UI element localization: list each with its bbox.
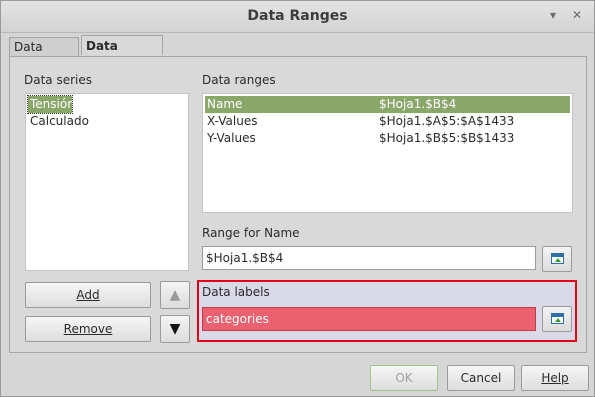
data-ranges-dialog: Data Ranges ▾ ✕ Data Range Data Series D…: [0, 0, 595, 397]
data-labels-annotation-frame: Data labels categories: [197, 280, 577, 342]
tab-data-series[interactable]: Data Series: [81, 35, 163, 73]
close-icon[interactable]: ✕: [570, 8, 584, 22]
range-for-name-input[interactable]: $Hoja1.$B$4: [202, 246, 536, 270]
range-value: $Hoja1.$A$5:$A$1433: [379, 114, 515, 128]
range-value: $Hoja1.$B$4: [379, 97, 457, 111]
data-series-list[interactable]: Tensión Calculado: [25, 93, 189, 271]
range-for-name-label: Range for Name: [202, 226, 300, 240]
range-role: Y-Values: [207, 131, 256, 145]
move-down-button[interactable]: ▼: [160, 315, 190, 343]
tab-data-range[interactable]: Data Range: [9, 37, 79, 72]
remove-button[interactable]: Remove: [25, 316, 151, 342]
cancel-button[interactable]: Cancel: [447, 365, 515, 391]
shrink-range-icon: [551, 313, 564, 324]
collapse-icon[interactable]: ▾: [546, 8, 560, 22]
range-value: $Hoja1.$B$5:$B$1433: [379, 131, 515, 145]
ok-button[interactable]: OK: [370, 365, 438, 391]
table-row[interactable]: Name $Hoja1.$B$4: [205, 96, 570, 113]
range-role: X-Values: [207, 114, 258, 128]
table-row[interactable]: Y-Values $Hoja1.$B$5:$B$1433: [205, 130, 570, 147]
data-ranges-label: Data ranges: [202, 73, 276, 87]
data-labels-select-button[interactable]: [542, 306, 572, 332]
help-button[interactable]: Help: [521, 365, 589, 391]
title-bar: Data Ranges ▾ ✕: [1, 1, 594, 33]
data-labels-label: Data labels: [202, 285, 270, 299]
data-labels-input[interactable]: categories: [202, 307, 536, 331]
range-role: Name: [207, 97, 243, 111]
list-item[interactable]: Calculado: [28, 113, 186, 130]
table-row[interactable]: X-Values $Hoja1.$A$5:$A$1433: [205, 113, 570, 130]
data-ranges-list[interactable]: Name $Hoja1.$B$4 X-Values $Hoja1.$A$5:$A…: [202, 93, 573, 213]
range-for-name-select-button[interactable]: [542, 246, 572, 272]
data-series-label: Data series: [24, 73, 93, 87]
shrink-range-icon: [551, 253, 564, 264]
move-up-button[interactable]: ▲: [160, 281, 190, 309]
add-button[interactable]: Add: [25, 282, 151, 308]
list-item[interactable]: Tensión: [27, 95, 75, 114]
window-title: Data Ranges: [247, 8, 348, 24]
